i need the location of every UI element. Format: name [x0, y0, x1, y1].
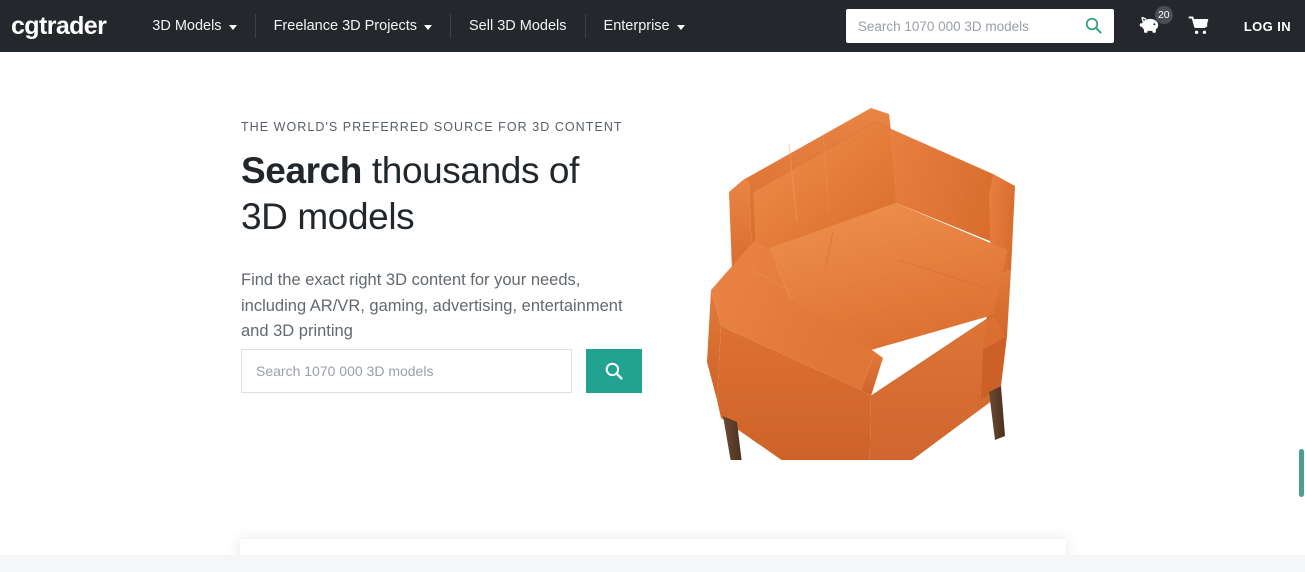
- header-search-input[interactable]: [845, 9, 1114, 43]
- nav-item-label: Enterprise: [603, 18, 670, 34]
- nav-item-label: Freelance 3D Projects: [273, 18, 418, 34]
- site-logo[interactable]: cgtrader: [11, 13, 107, 39]
- nav-item-sell-3d-models[interactable]: Sell 3D Models: [450, 14, 585, 38]
- hero-search-field[interactable]: [241, 349, 572, 393]
- chevron-down-icon: [228, 24, 237, 30]
- scrollbar-thumb[interactable]: [1299, 449, 1304, 497]
- cart-button[interactable]: [1186, 12, 1214, 40]
- nav-item-enterprise[interactable]: Enterprise: [584, 14, 703, 38]
- search-input[interactable]: [242, 350, 571, 392]
- hero-image: [693, 100, 1038, 552]
- nav-item-freelance-3d-projects[interactable]: Freelance 3D Projects: [254, 14, 450, 38]
- nav-item-label: 3D Models: [152, 18, 222, 34]
- hero-subtitle: Find the exact right 3D content for your…: [241, 271, 623, 340]
- chevron-down-icon: [424, 24, 433, 30]
- page-scrollbar[interactable]: [1297, 52, 1305, 572]
- piggy-bank-button[interactable]: 20: [1136, 6, 1173, 40]
- headline-strong: Search: [241, 150, 363, 191]
- header-search[interactable]: [845, 9, 1114, 43]
- page-bottom-strip: [0, 555, 1305, 572]
- hero-eyebrow: THE WORLD'S PREFERRED SOURCE FOR 3D CONT…: [241, 120, 623, 134]
- login-button[interactable]: LOG IN: [1244, 19, 1291, 34]
- site-header: cgtrader 3D Models Freelance 3D Projects…: [0, 0, 1305, 52]
- hero-search: [241, 349, 642, 393]
- hero-copy: THE WORLD'S PREFERRED SOURCE FOR 3D CONT…: [241, 120, 641, 345]
- page-root: cgtrader 3D Models Freelance 3D Projects…: [0, 0, 1305, 572]
- search-icon: [605, 362, 623, 380]
- shopping-cart-icon: [1188, 16, 1209, 34]
- search-button[interactable]: [586, 349, 642, 393]
- hero-section: THE WORLD'S PREFERRED SOURCE FOR 3D CONT…: [0, 52, 1305, 572]
- header-actions: 20 LOG IN: [845, 0, 1305, 52]
- nav-item-label: Sell 3D Models: [469, 18, 567, 34]
- piggy-bank-badge: 20: [1154, 6, 1173, 24]
- main-nav: 3D Models Freelance 3D Projects Sell 3D …: [134, 0, 702, 52]
- nav-item-3d-models[interactable]: 3D Models: [134, 14, 254, 38]
- page-title: Search thousands of 3D models: [241, 148, 631, 240]
- orange-armchair-3d-model: [707, 108, 1015, 552]
- chevron-down-icon: [676, 24, 685, 30]
- search-icon[interactable]: [1085, 17, 1102, 39]
